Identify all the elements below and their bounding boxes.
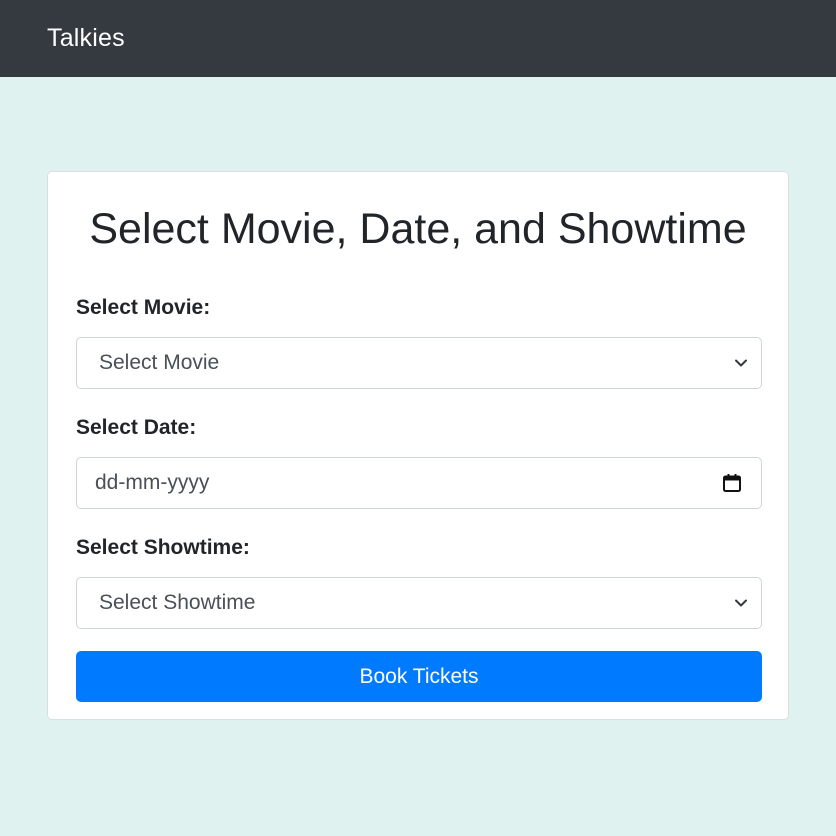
date-input-placeholder: dd-mm-yyyy (95, 471, 210, 494)
showtime-select[interactable]: Select Showtime (76, 577, 762, 629)
movie-select-value: Select Movie (99, 351, 220, 374)
chevron-down-icon (733, 595, 749, 611)
page-title: Select Movie, Date, and Showtime (89, 205, 747, 253)
movie-select[interactable]: Select Movie (76, 337, 762, 389)
brand-logo[interactable]: Talkies (47, 24, 125, 53)
showtime-label: Select Showtime: (76, 536, 250, 559)
date-input[interactable]: dd-mm-yyyy (76, 457, 762, 509)
navbar: Talkies (0, 0, 836, 77)
booking-card: Select Movie, Date, and Showtime Select … (47, 171, 789, 720)
chevron-down-icon (733, 355, 749, 371)
book-tickets-button[interactable]: Book Tickets (76, 651, 762, 702)
date-label: Select Date: (76, 416, 197, 439)
showtime-select-value: Select Showtime (99, 591, 256, 614)
calendar-icon[interactable] (721, 472, 743, 494)
movie-label: Select Movie: (76, 296, 211, 319)
